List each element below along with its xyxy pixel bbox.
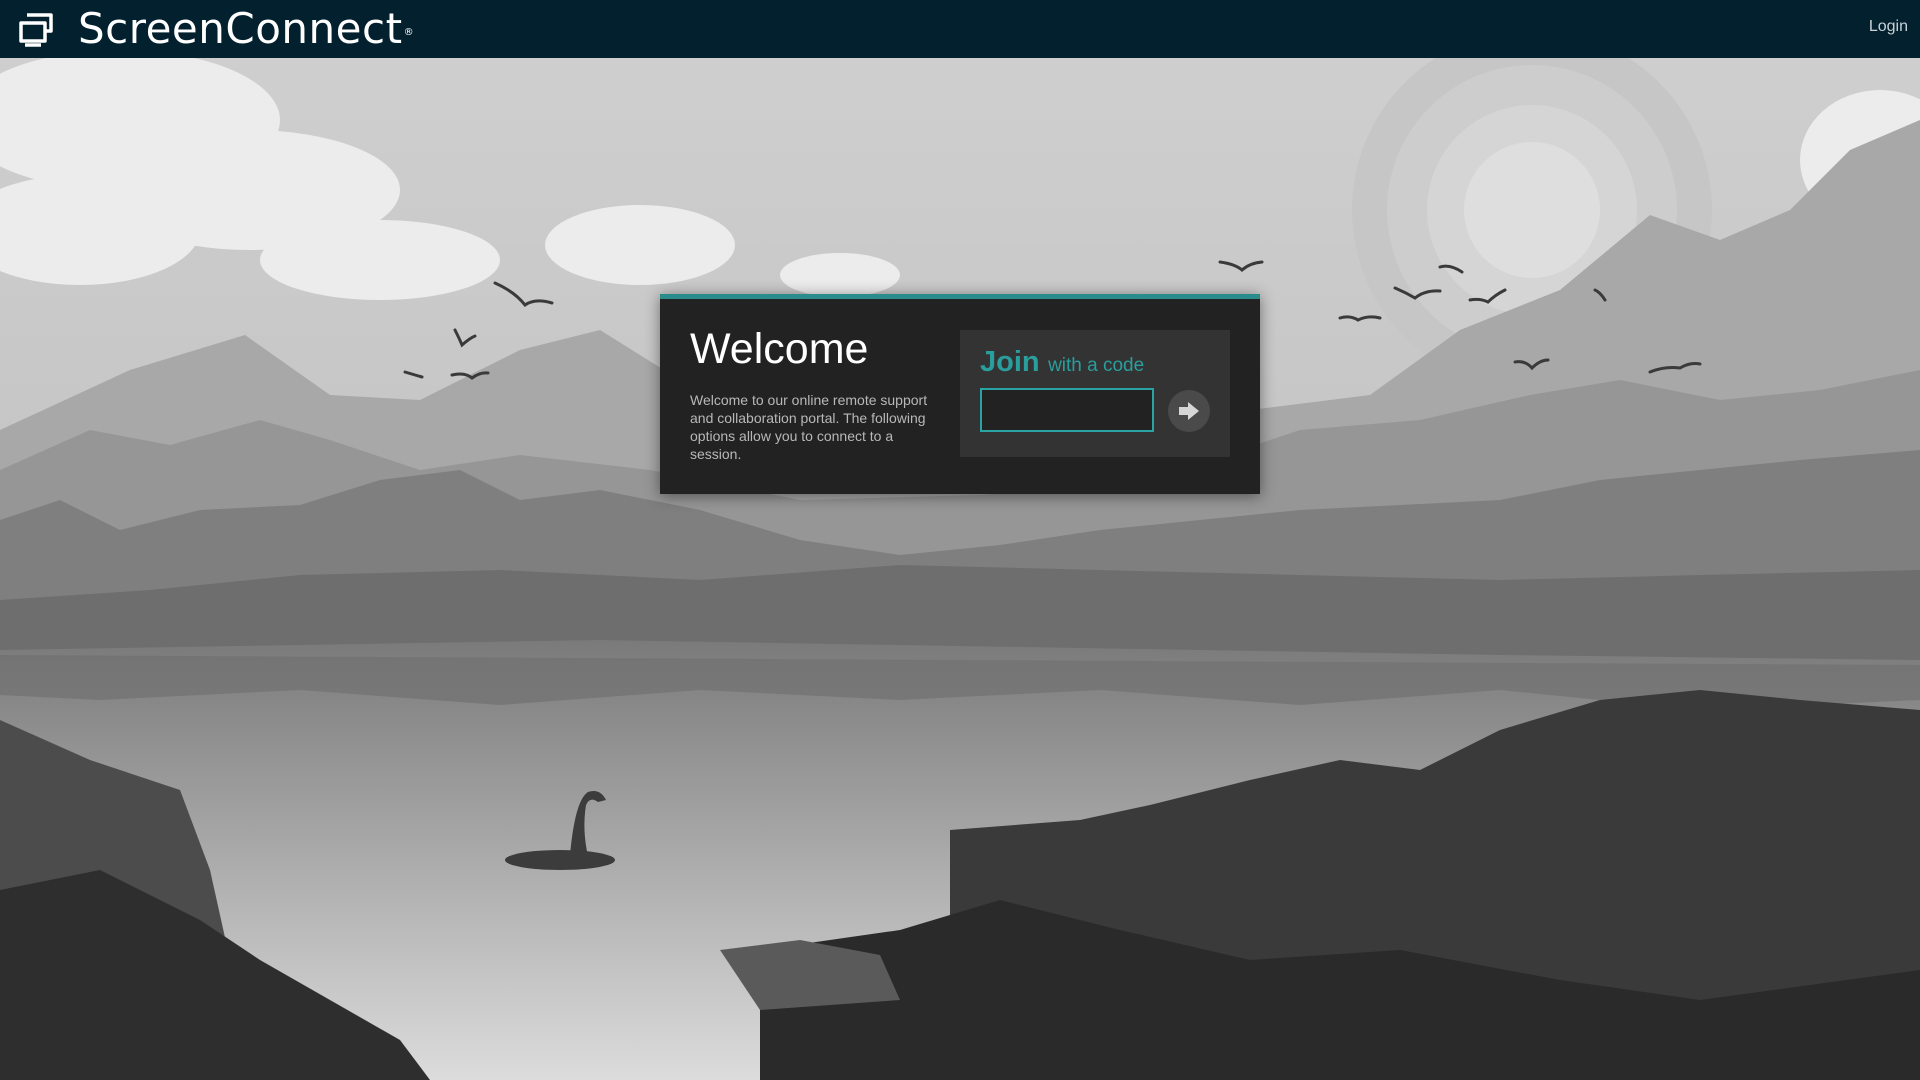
welcome-panel: Welcome Welcome to our online remote sup… — [660, 294, 1260, 494]
screenconnect-logo-icon — [19, 13, 53, 47]
registered-mark: ® — [403, 27, 415, 38]
join-subtitle: with a code — [1048, 355, 1145, 376]
brand[interactable]: ScreenConnect® — [15, 6, 414, 52]
join-with-code-box: Join with a code — [960, 330, 1230, 457]
landscape-background — [0, 0, 1920, 1080]
welcome-section: Welcome Welcome to our online remote sup… — [690, 325, 935, 463]
login-page: ScreenConnect® Login Welcome Welcome to … — [0, 0, 1920, 1080]
welcome-title: Welcome — [690, 325, 869, 373]
join-submit-button[interactable] — [1168, 390, 1210, 432]
welcome-description: Welcome to our online remote support and… — [690, 392, 928, 462]
top-header-bar: ScreenConnect® Login — [0, 0, 1920, 58]
join-heading: Join with a code — [980, 346, 1144, 379]
session-code-input[interactable] — [980, 388, 1154, 432]
join-title: Join — [980, 346, 1040, 378]
arrow-right-icon — [1179, 402, 1199, 420]
login-link[interactable]: Login — [1869, 18, 1908, 36]
brand-name: ScreenConnect® — [78, 4, 415, 53]
